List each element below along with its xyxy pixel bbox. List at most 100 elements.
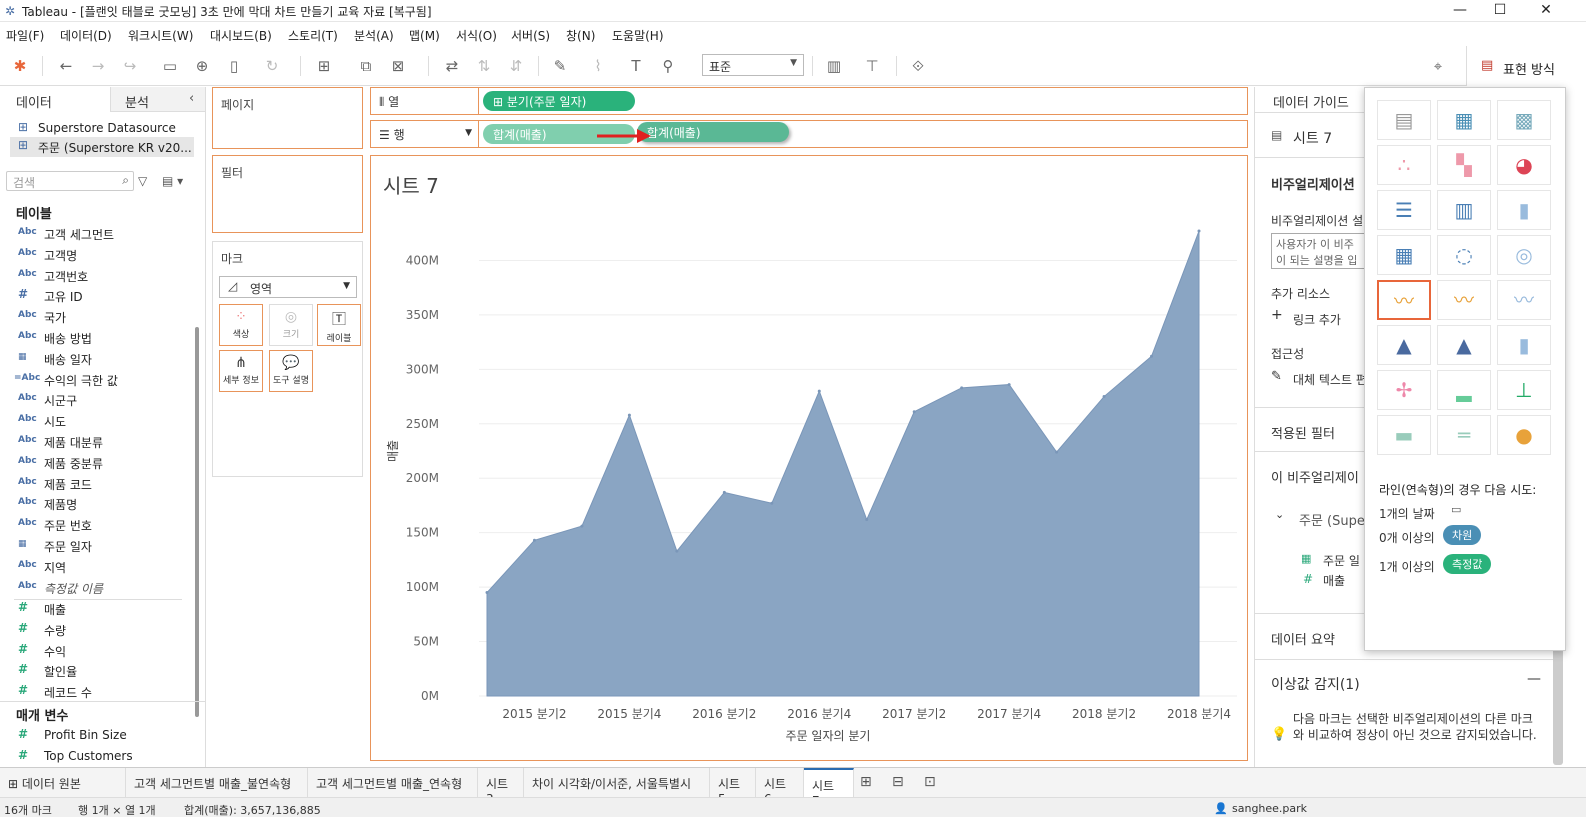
chart-type-dual-combination[interactable]: ▮ <box>1497 325 1551 365</box>
label-button[interactable]: 🅃 레이블 <box>317 304 361 346</box>
add-link-button[interactable]: 링크 추가 <box>1293 311 1341 328</box>
menu-map[interactable]: 맵(M) <box>409 27 440 44</box>
group-icon[interactable]: ⌇ <box>586 54 610 78</box>
filters-card[interactable]: 필터 <box>212 155 363 233</box>
applied-filters-header[interactable]: 적용된 필터 <box>1271 423 1335 442</box>
param-item[interactable]: # Top Customers <box>0 747 200 767</box>
tab-sheet[interactable]: 시트 6 <box>756 768 804 806</box>
chart-type-text-table[interactable]: ▤ <box>1377 100 1431 140</box>
measure-item[interactable]: # 할인율 <box>0 661 200 682</box>
refresh-icon[interactable]: ↻ <box>260 54 284 78</box>
new-worksheet-icon[interactable]: ⊞ <box>312 54 336 78</box>
field-item[interactable]: # 고유 ID <box>0 286 200 307</box>
field-item[interactable]: Abc 측정값 이름 <box>0 578 200 599</box>
save-icon[interactable]: ▭ <box>158 54 182 78</box>
tab-analysis[interactable]: 분석 ‹ <box>110 87 205 112</box>
data-point[interactable] <box>865 518 869 522</box>
area-chart[interactable]: 0M 50M 100M 150M 200M 250M 300M 350M 400M 2015 분기… <box>371 196 1247 756</box>
tab-sheet[interactable]: 시트 3 <box>478 768 524 806</box>
chart-type-highlight-table[interactable]: ▦ <box>1437 100 1491 140</box>
param-item[interactable]: # Profit Bin Size <box>0 726 200 747</box>
chart-type-packed-bubbles[interactable]: ● <box>1497 415 1551 455</box>
data-point[interactable] <box>1102 395 1106 399</box>
chart-type-dual-lines[interactable]: 〰 <box>1497 280 1551 320</box>
field-item[interactable]: Abc 시군구 <box>0 390 200 411</box>
fit-dropdown[interactable]: 표준 ▼ <box>702 54 804 76</box>
sort-asc-icon[interactable]: ⇅ <box>472 54 496 78</box>
field-item[interactable]: Abc 배송 방법 <box>0 328 200 349</box>
presentation-icon[interactable]: ⊤ <box>860 54 884 78</box>
viz-description-input[interactable]: 사용자가 이 비주 이 되는 설명을 입 <box>1271 233 1371 269</box>
field-item[interactable]: Abc 지역 <box>0 557 200 578</box>
detail-button[interactable]: ⋔ 세부 정보 <box>219 350 263 392</box>
chart-type-gantt[interactable]: ▬ <box>1377 415 1431 455</box>
data-point[interactable] <box>580 524 584 528</box>
field-item[interactable]: Abc 고객명 <box>0 245 200 266</box>
clear-sheet-icon[interactable]: ⊠ <box>386 54 410 78</box>
tableau-home-icon[interactable]: ✱ <box>8 54 32 78</box>
chart-type-stacked-bars[interactable]: ▥ <box>1437 190 1491 230</box>
chart-type-treemap[interactable]: ▦ <box>1377 235 1431 275</box>
data-point[interactable] <box>1197 229 1201 233</box>
duplicate-icon[interactable]: ⧉ <box>354 54 378 78</box>
menu-server[interactable]: 서버(S) <box>511 27 550 44</box>
data-point[interactable] <box>485 591 489 595</box>
measure-item[interactable]: # 매출 <box>0 599 200 620</box>
chart-type-bullet-graph[interactable]: ═ <box>1437 415 1491 455</box>
tooltip-button[interactable]: 💬 도구 설명 <box>269 350 313 392</box>
measure-item[interactable]: # 수익 <box>0 641 200 662</box>
chart-type-horizontal-bars[interactable]: ☰ <box>1377 190 1431 230</box>
tab-sheet[interactable]: 시트 5 <box>710 768 756 806</box>
dragging-pill[interactable]: 합계(매출) <box>637 122 789 142</box>
chart-type-histogram[interactable]: ▂ <box>1437 370 1491 410</box>
menu-data[interactable]: 데이터(D) <box>60 27 112 44</box>
collapse-icon[interactable]: ‹ <box>189 91 194 106</box>
rows-shelf[interactable]: ☰ 행 ▼ 합계(매출) 합계(매출) <box>370 120 1248 148</box>
field-item[interactable]: Abc 제품명 <box>0 494 200 515</box>
measure-item[interactable]: # 수량 <box>0 620 200 641</box>
alt-text-button[interactable]: 대체 텍스트 편 <box>1293 371 1367 388</box>
data-point[interactable] <box>675 549 679 553</box>
field-item[interactable]: Abc 제품 코드 <box>0 474 200 495</box>
outliers-header[interactable]: 이상값 감지(1) <box>1271 674 1360 694</box>
tab-sheet[interactable]: 고객 세그먼트별 매출_연속형 <box>308 768 478 798</box>
plus-icon[interactable]: + <box>1271 307 1283 323</box>
size-button[interactable]: ◎ 크기 <box>269 304 313 346</box>
chart-type-side-by-side-circles[interactable]: ◎ <box>1497 235 1551 275</box>
data-point[interactable] <box>817 389 821 393</box>
highlight-icon[interactable]: ✎ <box>548 54 572 78</box>
chart-type-heat-map[interactable]: ▩ <box>1497 100 1551 140</box>
new-worksheet-icon[interactable]: ⊞ <box>860 774 872 790</box>
datasource-item-active[interactable]: ⊞ 주문 (Superstore KR v20... <box>10 137 194 157</box>
filter-icon[interactable]: ▽ <box>138 174 147 188</box>
new-story-icon[interactable]: ⊡ <box>924 774 936 790</box>
field-item[interactable]: Abc 주문 번호 <box>0 515 200 536</box>
chart-type-pie-chart[interactable]: ◕ <box>1497 145 1551 185</box>
menu-analysis[interactable]: 분석(A) <box>354 27 394 44</box>
sort-desc-icon[interactable]: ⇵ <box>504 54 528 78</box>
tab-data[interactable]: 데이터 <box>0 87 110 112</box>
pencil-icon[interactable]: ✎ <box>1271 369 1282 384</box>
chart-type-scatter-plot[interactable]: ✢ <box>1377 370 1431 410</box>
format-painter-icon[interactable]: ⌖ <box>1426 54 1450 78</box>
show-me-button[interactable]: ▤ 표현 방식 <box>1466 46 1586 86</box>
menu-window[interactable]: 창(N) <box>566 27 595 44</box>
swap-icon[interactable]: ⇄ <box>440 54 464 78</box>
columns-shelf[interactable]: ⦀ 열 ⊞ 분기(주문 일자) <box>370 87 1248 115</box>
field-item[interactable]: Abc 제품 대분류 <box>0 432 200 453</box>
chart-type-box-whisker[interactable]: ⊥ <box>1497 370 1551 410</box>
chart-type-filled-map[interactable]: ▚ <box>1437 145 1491 185</box>
chart-type-area-continuous[interactable]: ▲ <box>1377 325 1431 365</box>
datasource-item[interactable]: ⊞ Superstore Datasource <box>16 119 196 139</box>
mark-type-dropdown[interactable]: ◿ 영역 ▼ <box>219 276 357 298</box>
replay-icon[interactable]: ↪ <box>118 54 142 78</box>
redo-icon[interactable]: → <box>86 54 110 78</box>
field-item[interactable]: ▦ 주문 일자 <box>0 536 200 557</box>
data-point[interactable] <box>722 490 726 494</box>
undo-icon[interactable]: ← <box>54 54 78 78</box>
measure-item[interactable]: # 레코드 수 <box>0 682 200 703</box>
collapse-icon[interactable]: — <box>1527 671 1541 687</box>
new-dashboard-icon[interactable]: ⊟ <box>892 774 904 790</box>
tab-datasource[interactable]: ⊞ 데이터 원본 <box>0 768 126 798</box>
field-item[interactable]: ▦ 배송 일자 <box>0 349 200 370</box>
